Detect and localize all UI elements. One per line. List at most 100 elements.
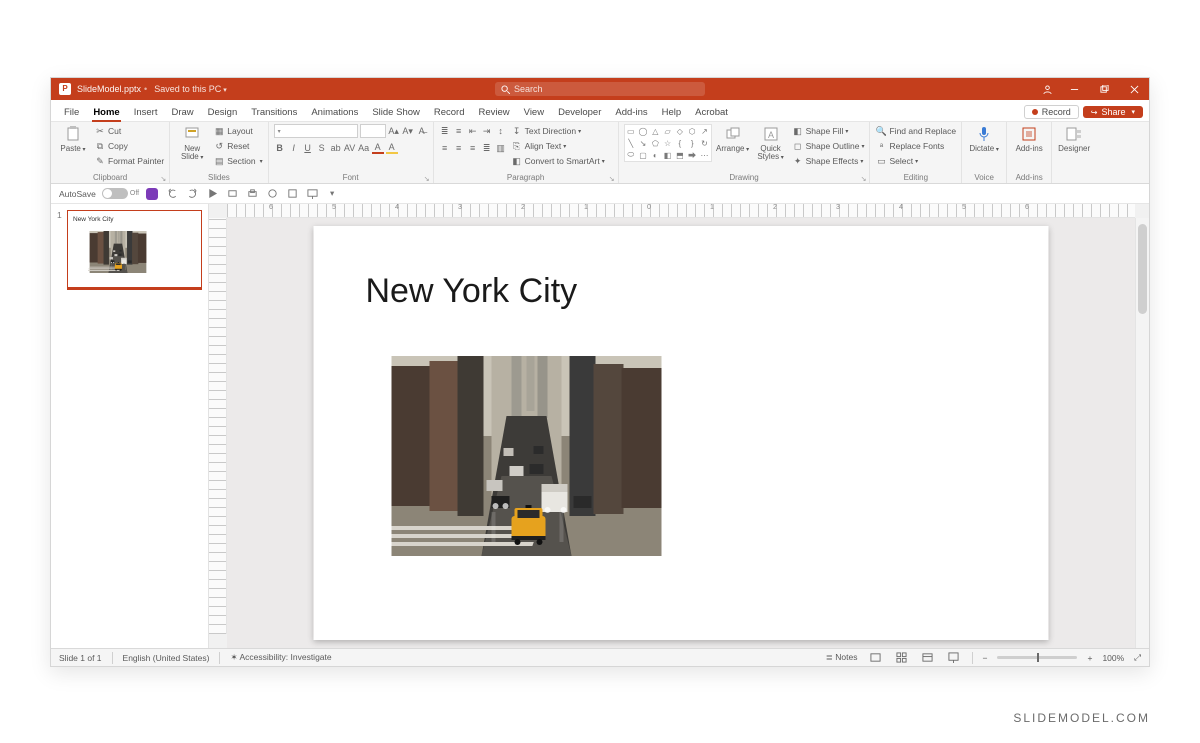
align-text-button[interactable]: ⎘Align Text▾ <box>511 139 605 153</box>
share-button[interactable]: Share <box>1083 106 1143 118</box>
qat-print-icon[interactable] <box>245 187 259 201</box>
search-box[interactable]: Search <box>495 82 705 96</box>
dictate-button[interactable]: Dictate <box>967 124 1001 153</box>
highlight-button[interactable]: A <box>386 142 398 154</box>
notes-button[interactable]: ≣ Notes <box>826 652 858 663</box>
qat-start-icon[interactable] <box>205 187 219 201</box>
layout-button[interactable]: ▦Layout <box>213 124 262 138</box>
replace-fonts-button[interactable]: ᵃReplace Fonts <box>875 139 956 153</box>
close-button[interactable] <box>1119 78 1149 100</box>
slide-thumbnail-pane[interactable]: 1 New York City <box>51 204 209 648</box>
slide[interactable]: New York City <box>314 226 1049 640</box>
fit-to-window-button[interactable]: ⤢ <box>1134 652 1141 663</box>
qat-present-icon[interactable] <box>305 187 319 201</box>
text-direction-button[interactable]: ↧Text Direction▾ <box>511 124 605 138</box>
qat-redo-icon[interactable] <box>185 187 199 201</box>
tab-acrobat[interactable]: Acrobat <box>688 107 735 121</box>
qat-touch-icon[interactable] <box>265 187 279 201</box>
quick-styles-button[interactable]: A Quick Styles <box>754 124 788 161</box>
select-button[interactable]: ▭Select▾ <box>875 154 956 168</box>
restore-button[interactable] <box>1089 78 1119 100</box>
new-slide-button[interactable]: New Slide <box>175 124 209 161</box>
slide-image[interactable] <box>392 356 662 556</box>
columns-button[interactable]: ▥ <box>495 142 507 154</box>
tab-animations[interactable]: Animations <box>304 107 365 121</box>
autosave-toggle[interactable] <box>102 188 128 199</box>
tab-review[interactable]: Review <box>472 107 517 121</box>
language-indicator[interactable]: English (United States) <box>123 653 210 663</box>
increase-font-button[interactable]: A▴ <box>388 125 400 137</box>
view-normal-icon[interactable] <box>868 651 884 665</box>
bullets-button[interactable]: ≣ <box>439 125 451 137</box>
convert-smartart-button[interactable]: ◧Convert to SmartArt▾ <box>511 154 605 168</box>
justify-button[interactable]: ≣ <box>481 142 493 154</box>
shadow-button[interactable]: ab <box>330 142 342 154</box>
shape-effects-button[interactable]: ✦Shape Effects▾ <box>792 154 865 168</box>
tab-home[interactable]: Home <box>86 107 126 121</box>
accessibility-indicator[interactable]: ✶ Accessibility: Investigate <box>230 652 331 663</box>
tab-view[interactable]: View <box>517 107 551 121</box>
tab-design[interactable]: Design <box>201 107 245 121</box>
qat-more-icon[interactable] <box>285 187 299 201</box>
underline-button[interactable]: U <box>302 142 314 154</box>
tab-record[interactable]: Record <box>427 107 472 121</box>
zoom-in-button[interactable]: + <box>1087 653 1092 663</box>
slide-counter[interactable]: Slide 1 of 1 <box>59 653 102 663</box>
record-button[interactable]: Record <box>1024 105 1079 119</box>
cut-button[interactable]: ✂Cut <box>94 124 164 138</box>
designer-button[interactable]: Designer <box>1057 124 1091 153</box>
align-right-button[interactable]: ≡ <box>467 142 479 154</box>
qat-export-icon[interactable] <box>225 187 239 201</box>
tab-transitions[interactable]: Transitions <box>244 107 304 121</box>
shapes-gallery[interactable]: ▭◯△▱◇⬡↗ ╲↘⬠☆{}↻ ⬭▢◐◧⬒⮕⋯ <box>624 124 712 162</box>
view-reading-icon[interactable] <box>920 651 936 665</box>
tab-insert[interactable]: Insert <box>127 107 165 121</box>
zoom-out-button[interactable]: − <box>983 653 988 663</box>
view-slideshow-icon[interactable] <box>946 651 962 665</box>
qat-dropdown-icon[interactable]: ▾ <box>325 187 339 201</box>
zoom-percent[interactable]: 100% <box>1102 653 1124 663</box>
arrange-button[interactable]: Arrange <box>716 124 750 153</box>
char-spacing-button[interactable]: AV <box>344 142 356 154</box>
find-replace-button[interactable]: 🔍Find and Replace <box>875 124 956 138</box>
zoom-slider[interactable] <box>997 656 1077 659</box>
tab-help[interactable]: Help <box>655 107 689 121</box>
shape-fill-button[interactable]: ◧Shape Fill▾ <box>792 124 865 138</box>
shape-outline-button[interactable]: ◻Shape Outline▾ <box>792 139 865 153</box>
thumbnail-1[interactable]: 1 New York City <box>57 210 202 288</box>
change-case-button[interactable]: Aa <box>358 142 370 154</box>
increase-indent-button[interactable]: ⇥ <box>481 125 493 137</box>
slide-stage[interactable]: New York City <box>227 218 1135 648</box>
format-painter-button[interactable]: ✎Format Painter <box>94 154 164 168</box>
account-button[interactable] <box>1035 78 1059 100</box>
save-state[interactable]: Saved to this PC <box>154 84 227 94</box>
align-center-button[interactable]: ≡ <box>453 142 465 154</box>
view-sorter-icon[interactable] <box>894 651 910 665</box>
tab-file[interactable]: File <box>57 107 86 121</box>
font-color-button[interactable]: A <box>372 142 384 154</box>
font-family-combo[interactable] <box>274 124 358 138</box>
tab-draw[interactable]: Draw <box>164 107 200 121</box>
clear-format-button[interactable]: A̶ <box>416 125 428 137</box>
minimize-button[interactable] <box>1059 78 1089 100</box>
addins-button[interactable]: Add-ins <box>1012 124 1046 153</box>
qat-undo-icon[interactable] <box>165 187 179 201</box>
paste-button[interactable]: Paste <box>56 124 90 153</box>
vertical-scrollbar[interactable] <box>1135 218 1149 648</box>
font-size-combo[interactable] <box>360 124 386 138</box>
strike-button[interactable]: S <box>316 142 328 154</box>
decrease-indent-button[interactable]: ⇤ <box>467 125 479 137</box>
tab-slide-show[interactable]: Slide Show <box>365 107 427 121</box>
tab-add-ins[interactable]: Add-ins <box>608 107 654 121</box>
line-spacing-button[interactable]: ↕ <box>495 125 507 137</box>
section-button[interactable]: ▤Section▾ <box>213 154 262 168</box>
decrease-font-button[interactable]: A▾ <box>402 125 414 137</box>
tab-developer[interactable]: Developer <box>551 107 608 121</box>
numbering-button[interactable]: ≡ <box>453 125 465 137</box>
align-left-button[interactable]: ≡ <box>439 142 451 154</box>
slide-title[interactable]: New York City <box>366 272 578 311</box>
qat-save-icon[interactable] <box>145 187 159 201</box>
bold-button[interactable]: B <box>274 142 286 154</box>
copy-button[interactable]: ⧉Copy <box>94 139 164 153</box>
italic-button[interactable]: I <box>288 142 300 154</box>
